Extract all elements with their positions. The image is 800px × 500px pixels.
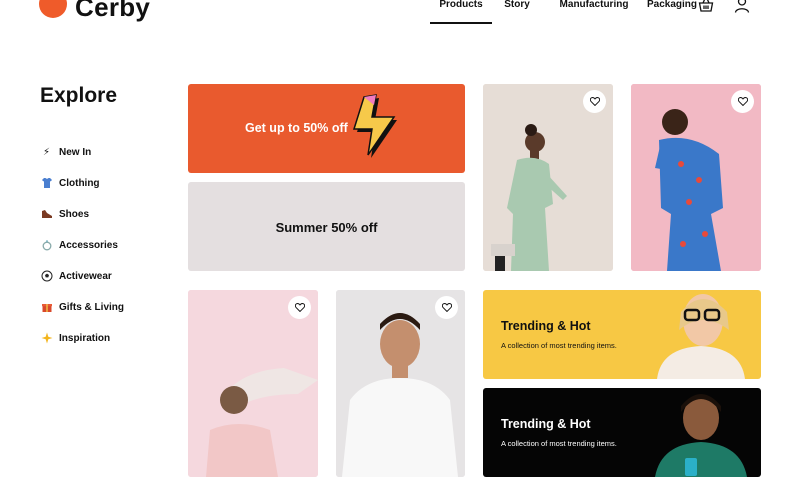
trending-title: Trending & Hot — [501, 319, 591, 333]
ball-icon — [40, 270, 53, 284]
sidebar-item-accessories[interactable]: Accessories — [40, 230, 124, 261]
discount-banner[interactable]: Get up to 50% off — [188, 84, 465, 173]
product-card-white-sweater[interactable] — [336, 290, 465, 477]
product-card-blue-suit[interactable] — [631, 84, 761, 271]
sparkle-icon — [40, 332, 53, 346]
nav-packaging[interactable]: Packaging — [642, 0, 702, 24]
summer-banner-text: Summer 50% off — [275, 220, 378, 235]
logo-mark — [39, 0, 69, 20]
shoe-icon — [40, 208, 53, 222]
sidebar-item-label: Inspiration — [59, 333, 111, 344]
favorite-button[interactable] — [288, 296, 311, 319]
favorite-button[interactable] — [583, 90, 606, 113]
trending-title: Trending & Hot — [501, 417, 591, 431]
model-photo — [657, 294, 745, 379]
main-nav: Products Story Manufacturing Packaging — [430, 0, 702, 24]
top-header: Cerby Products Story Manufacturing Packa… — [0, 0, 800, 30]
lightning-bolt-icon — [352, 94, 397, 158]
discount-banner-text: Get up to 50% off — [245, 121, 348, 135]
sidebar-item-shoes[interactable]: Shoes — [40, 199, 124, 230]
sidebar-item-label: Clothing — [59, 178, 100, 189]
ring-icon — [40, 239, 53, 253]
sidebar-item-label: Shoes — [59, 209, 90, 220]
explore-title: Explore — [40, 84, 118, 107]
brand-name: Cerby — [75, 0, 151, 22]
brand-logo[interactable]: Cerby — [39, 0, 150, 20]
lightning-icon: ⚡ — [42, 146, 51, 158]
sidebar-item-gifts-living[interactable]: Gifts & Living — [40, 292, 124, 323]
summer-banner[interactable]: Summer 50% off — [188, 182, 465, 271]
sidebar-item-label: Gifts & Living — [59, 302, 124, 313]
model-photo — [655, 394, 747, 477]
nav-products[interactable]: Products — [430, 0, 492, 24]
sidebar-item-new-in[interactable]: ⚡ New In — [40, 137, 124, 168]
sidebar-item-activewear[interactable]: Activewear — [40, 261, 124, 292]
basket-icon[interactable] — [698, 0, 714, 13]
sidebar-item-inspiration[interactable]: Inspiration — [40, 323, 124, 354]
product-card-green-suit[interactable] — [483, 84, 613, 271]
trending-card-black[interactable]: Trending & Hot A collection of most tren… — [483, 388, 761, 477]
user-icon[interactable] — [734, 0, 750, 13]
heart-icon — [441, 303, 452, 312]
heart-icon — [589, 97, 600, 106]
category-list: ⚡ New In Clothing Shoes Accessories Acti… — [40, 137, 124, 354]
product-card-pink-blouse[interactable] — [188, 290, 318, 477]
favorite-button[interactable] — [435, 296, 458, 319]
nav-story[interactable]: Story — [494, 0, 540, 24]
sidebar-item-label: Activewear — [59, 271, 112, 282]
sidebar-item-clothing[interactable]: Clothing — [40, 168, 124, 199]
sidebar-item-label: New In — [59, 147, 92, 158]
heart-icon — [737, 97, 748, 106]
gift-icon — [40, 301, 53, 315]
trending-subtitle: A collection of most trending items. — [501, 439, 617, 448]
shirt-icon — [40, 177, 53, 191]
heart-icon — [294, 303, 305, 312]
trending-subtitle: A collection of most trending items. — [501, 341, 617, 350]
favorite-button[interactable] — [731, 90, 754, 113]
trending-card-yellow[interactable]: Trending & Hot A collection of most tren… — [483, 290, 761, 379]
nav-manufacturing[interactable]: Manufacturing — [552, 0, 636, 24]
sidebar-item-label: Accessories — [59, 240, 118, 251]
